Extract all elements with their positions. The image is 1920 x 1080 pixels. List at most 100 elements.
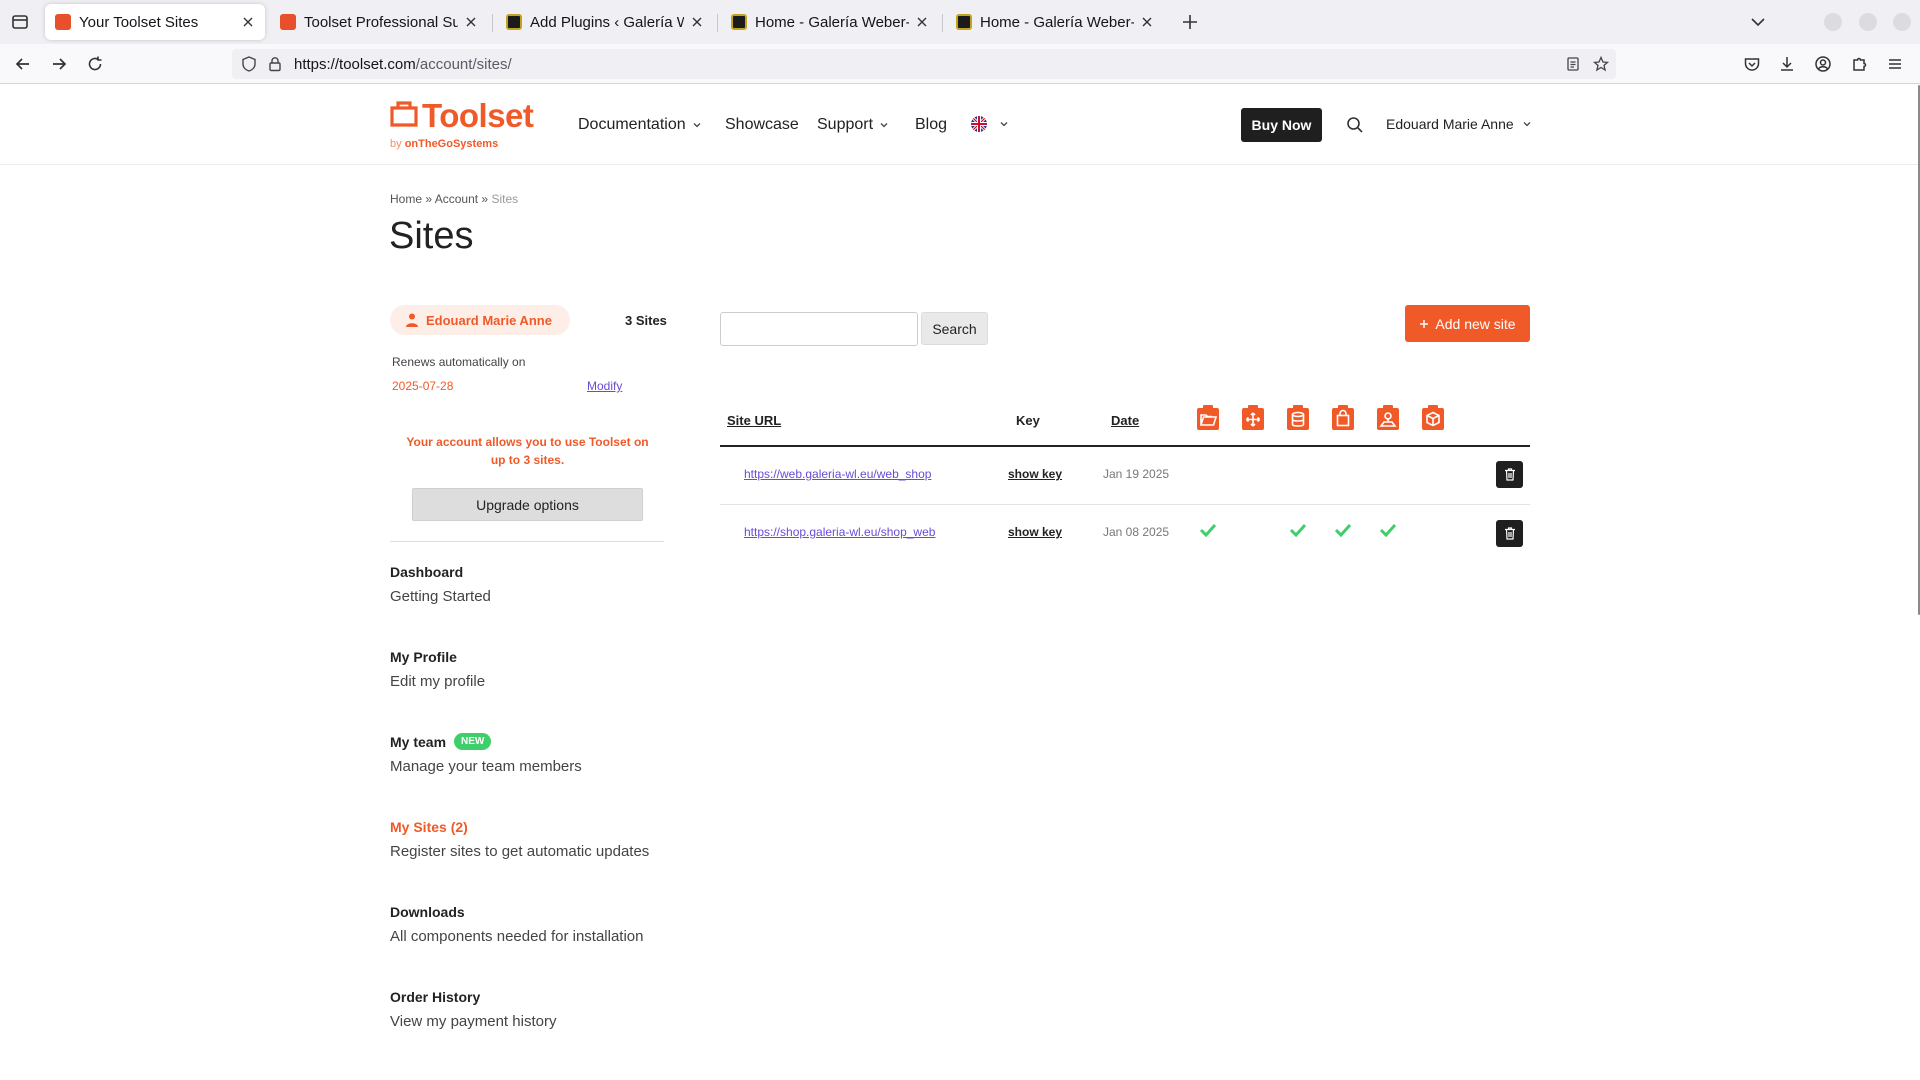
breadcrumb-home[interactable]: Home	[390, 192, 422, 206]
bag-icon	[1332, 405, 1354, 430]
browser-tab-3[interactable]: Add Plugins ‹ Galería Web	[496, 4, 714, 40]
table-row-divider	[720, 504, 1530, 505]
browser-tab-4[interactable]: Home - Galería Weber-Lut	[721, 4, 939, 40]
toolset-logo[interactable]: Toolset by onTheGoSystems	[390, 97, 540, 153]
site-url-link[interactable]: https://shop.galeria-wl.eu/shop_web	[744, 525, 935, 539]
chevron-down-icon	[1000, 122, 1008, 127]
sidebar-item-my-team[interactable]: My team NEW Manage your team members	[390, 733, 690, 775]
breadcrumb-separator: »	[425, 192, 433, 206]
nav-blog[interactable]: Blog	[915, 116, 947, 134]
back-arrow-icon[interactable]	[13, 54, 33, 74]
nav-documentation[interactable]: Documentation	[578, 116, 702, 134]
breadcrumb: Home » Account » Sites	[390, 192, 518, 206]
add-new-site-button[interactable]: Add new site	[1405, 305, 1530, 342]
forward-arrow-icon[interactable]	[49, 54, 69, 74]
shield-icon[interactable]	[240, 55, 258, 73]
sidebar-item-downloads[interactable]: Downloads All components needed for inst…	[390, 904, 690, 945]
sidebar-item-my-sites[interactable]: My Sites (2) Register sites to get autom…	[390, 819, 690, 860]
sidebar-item-dashboard[interactable]: Dashboard Getting Started	[390, 564, 690, 605]
user-name: Edouard Marie Anne	[1386, 116, 1514, 132]
site-date: Jan 08 2025	[1103, 525, 1170, 539]
close-tab-icon[interactable]	[1140, 15, 1154, 29]
reload-icon[interactable]	[85, 54, 105, 74]
show-key-link[interactable]: show key	[1008, 525, 1062, 539]
sidebar-item-title: My Sites (2)	[390, 819, 468, 835]
tab-list-icon[interactable]	[10, 12, 30, 32]
galeria-favicon	[506, 14, 522, 30]
close-tab-icon[interactable]	[690, 15, 704, 29]
hamburger-menu-icon[interactable]	[1885, 54, 1905, 74]
language-switcher[interactable]	[971, 116, 1009, 132]
database-icon	[1287, 405, 1309, 430]
download-icon[interactable]	[1777, 54, 1797, 74]
nav-label: Blog	[915, 116, 948, 133]
url-text[interactable]: https://toolset.com/account/sites/	[294, 56, 512, 73]
logo-by-text: by	[390, 138, 402, 150]
logo-company: onTheGoSystems	[404, 138, 499, 150]
close-tab-icon[interactable]	[464, 15, 478, 29]
sidebar-item-order-history[interactable]: Order History View my payment history	[390, 989, 690, 1030]
trash-icon	[1504, 527, 1515, 540]
tab-title: Home - Galería Weber-Lut	[980, 13, 1134, 31]
column-site-url[interactable]: Site URL	[727, 413, 781, 428]
new-badge: NEW	[454, 733, 492, 750]
account-icon[interactable]	[1813, 54, 1833, 74]
column-key: Key	[1016, 413, 1040, 428]
toolset-logo-icon	[390, 101, 418, 127]
column-date[interactable]: Date	[1111, 413, 1139, 428]
chevron-down-icon	[880, 123, 888, 128]
sidebar-item-title: My team	[390, 733, 447, 750]
browser-tab-bar: Your Toolset Sites Toolset Professional …	[0, 0, 1920, 44]
sidebar-item-desc: View my payment history	[390, 1013, 557, 1030]
map-icon	[1377, 405, 1399, 430]
browser-tab-5[interactable]: Home - Galería Weber-Lut	[946, 4, 1164, 40]
renew-date: 2025-07-28	[392, 379, 454, 393]
upgrade-options-button[interactable]: Upgrade options	[412, 488, 643, 521]
account-user-badge: Edouard Marie Anne	[390, 305, 570, 335]
account-limit-message: Your account allows you to use Toolset o…	[406, 435, 649, 467]
nav-support[interactable]: Support	[817, 116, 889, 134]
sidebar-item-my-profile[interactable]: My Profile Edit my profile	[390, 649, 690, 690]
extensions-icon[interactable]	[1849, 54, 1869, 74]
close-tab-icon[interactable]	[915, 15, 929, 29]
lock-icon[interactable]	[266, 55, 284, 73]
show-key-link[interactable]: show key	[1008, 467, 1062, 481]
modify-link[interactable]: Modify	[587, 379, 622, 393]
check-icon	[1334, 523, 1352, 537]
delete-site-button[interactable]	[1496, 461, 1523, 488]
search-icon[interactable]	[1345, 115, 1365, 135]
buy-now-button[interactable]: Buy Now	[1241, 108, 1322, 142]
delete-site-button[interactable]	[1496, 520, 1523, 547]
restore-window-icon[interactable]	[1859, 13, 1877, 31]
sidebar-item-title: Order History	[390, 989, 481, 1005]
nav-showcase[interactable]: Showcase	[725, 116, 799, 134]
pocket-icon[interactable]	[1742, 54, 1762, 74]
sidebar-item-title: Dashboard	[390, 564, 464, 580]
check-icon	[1289, 523, 1307, 537]
address-bar[interactable]: https://toolset.com/account/sites/	[232, 49, 1616, 79]
user-account-menu[interactable]: Edouard Marie Anne	[1386, 116, 1532, 132]
tab-separator	[492, 14, 493, 32]
breadcrumb-account[interactable]: Account	[435, 192, 478, 206]
table-header-divider	[720, 445, 1530, 447]
logo-byline: by onTheGoSystems	[390, 138, 498, 150]
minimize-window-icon[interactable]	[1824, 13, 1842, 31]
reader-view-icon[interactable]	[1564, 55, 1582, 73]
folder-icon	[1197, 405, 1219, 430]
close-window-icon[interactable]	[1893, 13, 1911, 31]
bookmark-star-icon[interactable]	[1592, 55, 1610, 73]
nav-label: Documentation	[578, 116, 686, 133]
tab-separator	[942, 14, 943, 32]
close-tab-icon[interactable]	[241, 15, 255, 29]
browser-tab-1[interactable]: Your Toolset Sites	[45, 4, 265, 40]
site-search-input[interactable]	[720, 312, 918, 346]
search-button[interactable]: Search	[921, 312, 988, 345]
uk-flag-icon	[971, 116, 987, 132]
new-tab-icon[interactable]	[1180, 12, 1200, 32]
chevron-down-icon[interactable]	[1748, 12, 1768, 32]
site-url-link[interactable]: https://web.galeria-wl.eu/web_shop	[744, 467, 931, 481]
sites-count: 3 Sites	[625, 313, 667, 328]
browser-tab-2[interactable]: Toolset Professional Supp	[270, 4, 488, 40]
chevron-down-icon	[693, 123, 701, 128]
tab-title: Toolset Professional Supp	[304, 13, 458, 31]
